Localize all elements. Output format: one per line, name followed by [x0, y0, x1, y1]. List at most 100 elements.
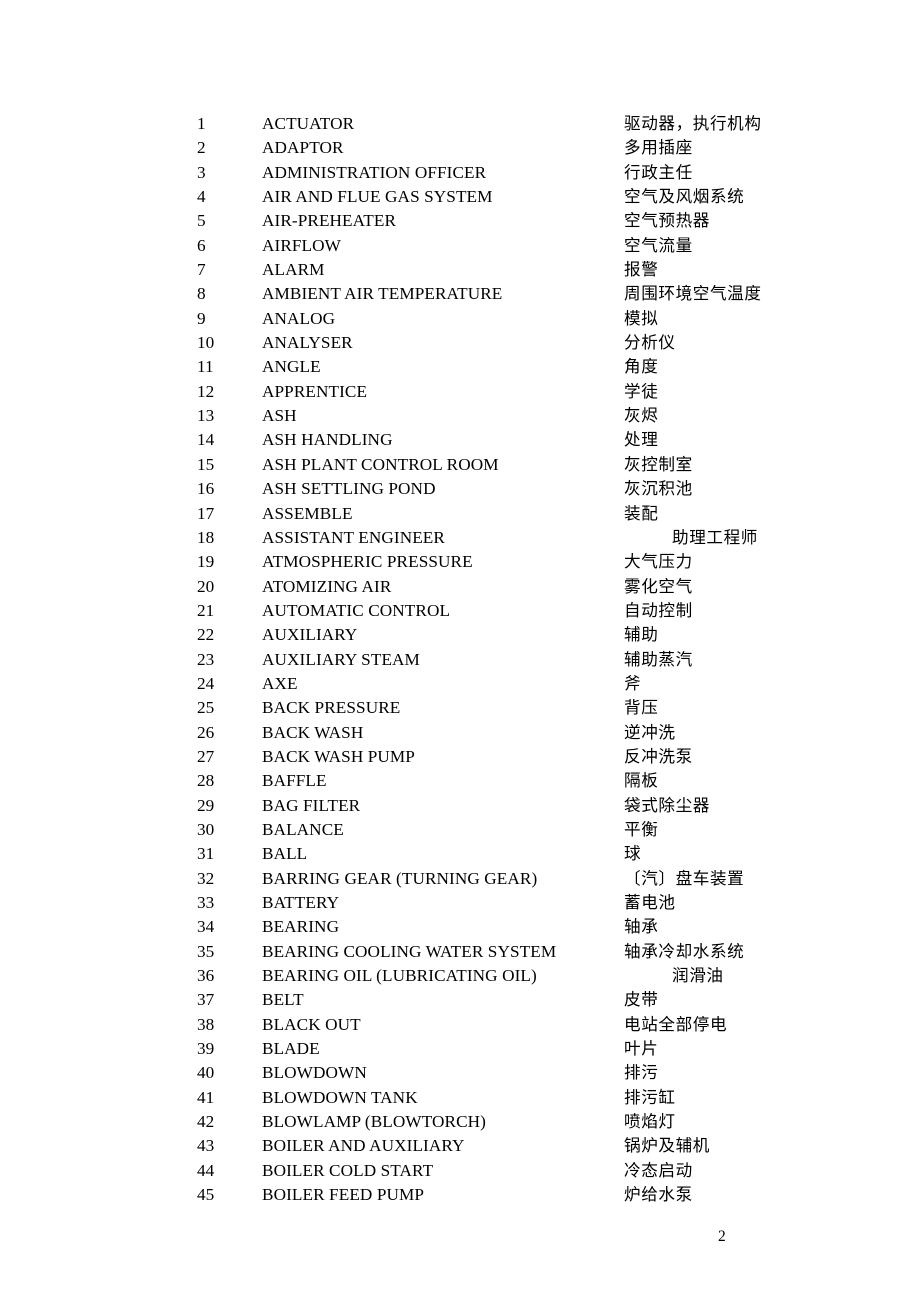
glossary-entry-row: 27 BACK WASH PUMP 反冲洗泵 [0, 745, 920, 769]
entry-index: 45 [197, 1185, 215, 1205]
entry-index: 39 [197, 1039, 215, 1059]
entry-term-english: BOILER FEED PUMP [262, 1185, 425, 1205]
entry-gloss-chinese: 润滑油 [672, 966, 724, 986]
entry-index: 29 [197, 795, 215, 815]
entry-gloss-chinese: 处理 [624, 430, 659, 450]
entry-index: 26 [197, 722, 215, 742]
entry-term-english: BACK PRESSURE [262, 698, 401, 718]
entry-index: 18 [197, 527, 215, 547]
entry-gloss-chinese: 驱动器，执行机构 [624, 114, 762, 133]
entry-gloss-chinese: 袋式除尘器 [624, 795, 710, 815]
entry-term-english: APPRENTICE [262, 381, 368, 401]
entry-term-english: ANGLE [262, 357, 321, 377]
glossary-entry-row: 35 BEARING COOLING WATER SYSTEM 轴承冷却水系统 [0, 940, 920, 964]
glossary-entry-row: 14 ASH HANDLING 处理 [0, 428, 920, 452]
entry-index: 32 [197, 868, 215, 888]
entry-index: 5 [197, 211, 206, 231]
entry-index: 17 [197, 503, 215, 523]
entry-gloss-chinese: 冷态启动 [624, 1160, 693, 1180]
entry-term-english: BACK WASH [262, 722, 364, 742]
glossary-entry-row: 7 ALARM 报警 [0, 258, 920, 282]
entry-index: 21 [197, 600, 215, 620]
entry-gloss-chinese: 周围环境空气温度 [624, 284, 762, 304]
entry-term-english: ALARM [262, 260, 325, 280]
glossary-entry-row: 6 AIRFLOW 空气流量 [0, 234, 920, 258]
glossary-entry-row: 13 ASH 灰烬 [0, 404, 920, 428]
entry-gloss-chinese: 平衡 [624, 819, 659, 839]
glossary-entry-row: 4 AIR AND FLUE GAS SYSTEM 空气及风烟系统 [0, 185, 920, 209]
glossary-entry-row: 29 BAG FILTER 袋式除尘器 [0, 794, 920, 818]
entry-term-english: ANALYSER [262, 333, 353, 353]
entry-index: 22 [197, 625, 215, 645]
entry-gloss-chinese: 自动控制 [624, 600, 693, 620]
entry-term-english: ADAPTOR [262, 138, 344, 158]
glossary-entry-row: 43 BOILER AND AUXILIARY 锅炉及辅机 [0, 1134, 920, 1158]
entry-gloss-chinese: 背压 [624, 698, 659, 718]
entry-gloss-chinese: 〔汽〕盘车装置 [624, 868, 745, 888]
entry-gloss-chinese: 锅炉及辅机 [624, 1136, 710, 1156]
glossary-entry-row: 42 BLOWLAMP (BLOWTORCH) 喷焰灯 [0, 1110, 920, 1134]
entry-gloss-chinese: 灰控制室 [624, 454, 693, 474]
entry-gloss-chinese: 雾化空气 [624, 576, 693, 596]
entry-index: 9 [197, 308, 206, 328]
entry-index: 4 [197, 187, 206, 207]
entry-index: 42 [197, 1112, 215, 1132]
entry-gloss-chinese: 炉给水泵 [624, 1185, 693, 1205]
entry-index: 41 [197, 1087, 215, 1107]
entry-term-english: BATTERY [262, 893, 340, 912]
entry-index: 2 [197, 138, 206, 158]
entry-term-english: BLADE [262, 1039, 320, 1059]
glossary-entry-row: 32 BARRING GEAR (TURNING GEAR) 〔汽〕盘车装置 [0, 867, 920, 891]
entry-term-english: ASSEMBLE [262, 503, 353, 523]
entry-gloss-chinese: 大气压力 [624, 552, 693, 572]
entry-term-english: ASH [262, 406, 297, 426]
entry-index: 37 [197, 990, 215, 1010]
entry-index: 31 [197, 844, 215, 864]
entry-term-english: AIRFLOW [262, 235, 341, 255]
glossary-entry-list: 1 ACTUATOR 驱动器，执行机构 2 ADAPTOR 多用插座 3 ADMINISTRA… [0, 112, 920, 1207]
entry-term-english: BLOWLAMP (BLOWTORCH) [262, 1112, 486, 1132]
entry-gloss-chinese: 电站全部停电 [624, 1014, 728, 1034]
glossary-entry-row: 22 AUXILIARY 辅助 [0, 623, 920, 647]
glossary-entry-row: 24 AXE 斧 [0, 672, 920, 696]
entry-gloss-chinese: 空气预热器 [624, 211, 710, 231]
entry-gloss-chinese: 叶片 [624, 1039, 659, 1059]
entry-gloss-chinese: 助理工程师 [672, 527, 758, 547]
entry-term-english: BEARING [262, 917, 340, 937]
entry-term-english: AIR-PREHEATER [262, 211, 397, 231]
entry-gloss-chinese: 蓄电池 [624, 893, 676, 912]
entry-term-english: AUTOMATIC CONTROL [262, 600, 451, 620]
entry-term-english: ASSISTANT ENGINEER [262, 527, 445, 547]
glossary-entry-row: 17 ASSEMBLE 装配 [0, 502, 920, 526]
entry-index: 14 [197, 430, 215, 450]
entry-term-english: BACK WASH PUMP [262, 746, 415, 766]
entry-term-english: BOILER AND AUXILIARY [262, 1136, 465, 1156]
entry-gloss-chinese: 斧 [624, 673, 642, 693]
entry-term-english: ATMOSPHERIC PRESSURE [262, 552, 473, 572]
entry-index: 44 [197, 1160, 215, 1180]
entry-term-english: ASH SETTLING POND [262, 479, 436, 499]
glossary-entry-row: 31 BALL 球 [0, 842, 920, 866]
entry-index: 30 [197, 819, 215, 839]
entry-gloss-chinese: 灰烬 [624, 406, 659, 426]
glossary-entry-row: 38 BLACK OUT 电站全部停电 [0, 1013, 920, 1037]
entry-term-english: BAFFLE [262, 771, 327, 791]
entry-gloss-chinese: 喷焰灯 [624, 1112, 676, 1132]
glossary-entry-row: 8 AMBIENT AIR TEMPERATURE 周围环境空气温度 [0, 282, 920, 306]
entry-index: 27 [197, 746, 215, 766]
entry-index: 43 [197, 1136, 215, 1156]
glossary-entry-row: 45 BOILER FEED PUMP 炉给水泵 [0, 1183, 920, 1207]
entry-term-english: ASH HANDLING [262, 430, 393, 450]
entry-index: 36 [197, 966, 215, 986]
entry-term-english: BLACK OUT [262, 1014, 361, 1034]
entry-term-english: BEARING OIL (LUBRICATING OIL) [262, 966, 537, 986]
glossary-entry-row: 34 BEARING 轴承 [0, 915, 920, 939]
entry-gloss-chinese: 皮带 [624, 990, 659, 1010]
entry-index: 24 [197, 673, 215, 693]
glossary-entry-row: 41 BLOWDOWN TANK 排污缸 [0, 1086, 920, 1110]
entry-index: 20 [197, 576, 215, 596]
entry-gloss-chinese: 灰沉积池 [624, 479, 693, 499]
entry-term-english: ACTUATOR [262, 114, 355, 133]
entry-gloss-chinese: 隔板 [624, 771, 659, 791]
glossary-entry-row: 26 BACK WASH 逆冲洗 [0, 721, 920, 745]
